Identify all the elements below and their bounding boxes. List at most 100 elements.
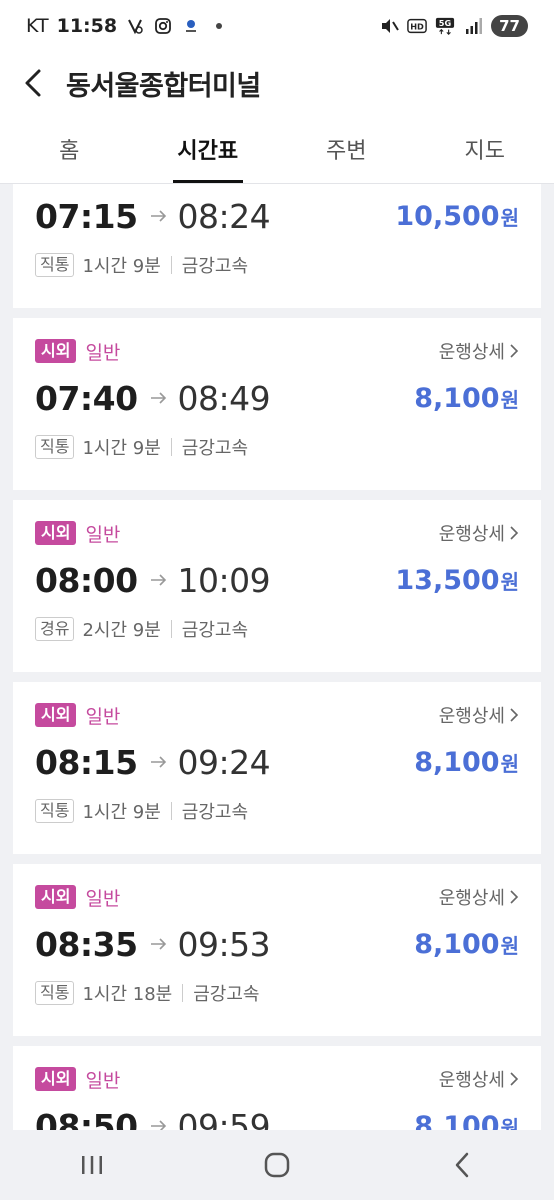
arrival-time: 08:49 (177, 378, 271, 418)
detail-label: 운행상세 (438, 1070, 505, 1091)
schedule-card[interactable]: 시외 일반 운행상세 08:35 09:53 8,100원 직통 1시간 18분 금강고속 (13, 864, 541, 1036)
fare: 10,500원 (395, 201, 519, 232)
card-header: 시외 일반 운행상세 (35, 882, 519, 912)
schedule-card[interactable]: 시외일반운행상세08:5009:598,100원직통1시간 9분금강고속 (13, 1046, 541, 1130)
tab-timetable[interactable]: 시간표 (139, 114, 278, 183)
divider (170, 620, 172, 638)
arrow-right-icon (150, 937, 168, 951)
route-type-badge: 직통 (35, 981, 75, 1005)
svg-text:5G: 5G (439, 18, 452, 28)
card-times: 07:40 08:49 8,100원 (35, 370, 519, 426)
arrow-right-icon (150, 573, 168, 587)
bus-type-badge: 시외 (35, 339, 77, 363)
dot-icon (209, 16, 229, 36)
arrival-time: 10:09 (177, 560, 271, 600)
card-header: 시외 일반 운행상세 (35, 518, 519, 548)
detail-link[interactable]: 운행상세 (439, 702, 519, 728)
carrier-label: KT (26, 15, 49, 37)
schedule-card[interactable]: 시외 일반 운행상세 07:40 08:49 8,100원 직통 1시간 9분 금강고속 (13, 318, 541, 490)
screen: KT 11:58 HD 5G 77 동서울종합터미널 홈 시간표 주변 지도 0… (0, 0, 554, 1200)
detail-link[interactable]: 운행상세 (439, 1066, 519, 1092)
schedule-card[interactable]: 시외 일반 운행상세 08:00 10:09 13,500원 경유 2시간 9분 금강고속 (13, 500, 541, 672)
home-button[interactable] (237, 1135, 317, 1195)
card-footer: 직통 1시간 18분 금강고속 (35, 978, 519, 1008)
fare: 13,500원 (395, 565, 519, 596)
detail-label: 운행상세 (438, 706, 505, 727)
detail-link[interactable]: 운행상세 (439, 338, 519, 364)
system-nav-bar (0, 1130, 554, 1200)
schedule-card[interactable]: 시외일반운행상세07:1508:2410,500원직통1시간 9분금강고속 (13, 184, 541, 308)
fare-amount: 13,500 (395, 564, 500, 596)
back-icon (455, 1152, 468, 1178)
departure-time: 07:15 (35, 196, 138, 236)
fare-amount: 8,100 (414, 928, 500, 960)
card-header: 시외 일반 운행상세 (35, 700, 519, 730)
status-bar: KT 11:58 HD 5G 77 (0, 0, 554, 52)
card-header: 시외 일반 운행상세 (35, 336, 519, 366)
back-button[interactable] (0, 52, 66, 114)
chevron-right-icon (510, 1072, 519, 1086)
status-right: HD 5G 77 (379, 15, 528, 37)
departure-time: 08:35 (35, 924, 138, 964)
divider (170, 438, 172, 456)
arrival-time: 08:24 (177, 196, 271, 236)
chevron-right-icon (510, 344, 519, 358)
card-footer: 경유 2시간 9분 금강고속 (35, 614, 519, 644)
fare-amount: 8,100 (414, 1110, 500, 1131)
system-back-button[interactable] (422, 1135, 502, 1195)
bus-grade: 일반 (85, 887, 121, 910)
schedule-list-viewport[interactable]: 시외일반운행상세07:1508:2410,500원직통1시간 9분금강고속시외일… (0, 184, 554, 1130)
arrow-right-icon (150, 209, 168, 223)
5g-icon: 5G (435, 16, 455, 36)
fare: 8,100원 (414, 929, 519, 960)
fare-amount: 8,100 (414, 382, 500, 414)
detail-label: 운행상세 (438, 342, 505, 363)
status-left: KT 11:58 (26, 15, 229, 37)
sync-icon (125, 16, 145, 36)
tab-home[interactable]: 홈 (0, 114, 139, 183)
battery-indicator: 77 (491, 15, 528, 37)
fare: 8,100원 (414, 747, 519, 778)
bus-company: 금강고속 (181, 802, 249, 823)
bus-type-badge: 시외 (35, 521, 77, 545)
schedule-list: 시외일반운행상세07:1508:2410,500원직통1시간 9분금강고속시외일… (13, 184, 541, 1130)
page-title: 동서울종합터미널 (66, 70, 261, 102)
divider (170, 802, 172, 820)
detail-label: 운행상세 (438, 524, 505, 545)
duration: 1시간 18분 (82, 984, 173, 1005)
divider (182, 984, 184, 1002)
clock: 11:58 (56, 15, 118, 37)
fare: 8,100원 (414, 1111, 519, 1131)
home-icon (264, 1152, 290, 1178)
app-header: 동서울종합터미널 (0, 52, 554, 114)
schedule-card[interactable]: 시외 일반 운행상세 08:15 09:24 8,100원 직통 1시간 9분 금강고속 (13, 682, 541, 854)
fare-amount: 8,100 (414, 746, 500, 778)
fare-currency: 원 (500, 1115, 519, 1131)
bus-type-badge: 시외 (35, 1067, 77, 1091)
arrow-right-icon (150, 755, 168, 769)
arrow-right-icon (150, 1119, 168, 1130)
departure-time: 07:40 (35, 378, 138, 418)
bus-grade: 일반 (85, 1069, 121, 1092)
detail-link[interactable]: 운행상세 (439, 520, 519, 546)
recent-apps-button[interactable] (52, 1135, 132, 1195)
card-times: 07:15 08:24 10,500원 (35, 188, 519, 244)
fare-currency: 원 (500, 387, 519, 412)
card-footer: 직통 1시간 9분 금강고속 (35, 796, 519, 826)
tab-map[interactable]: 지도 (416, 114, 554, 183)
bus-company: 금강고속 (181, 438, 249, 459)
signal-icon (463, 16, 483, 36)
mute-icon (379, 16, 399, 36)
detail-link[interactable]: 운행상세 (439, 884, 519, 910)
fare-amount: 10,500 (395, 200, 500, 232)
tab-bar: 홈 시간표 주변 지도 (0, 114, 554, 184)
card-times: 08:35 09:53 8,100원 (35, 916, 519, 972)
card-footer: 직통 1시간 9분 금강고속 (35, 250, 519, 280)
duration: 1시간 9분 (82, 802, 161, 823)
tab-nearby[interactable]: 주변 (277, 114, 416, 183)
duration: 1시간 9분 (82, 256, 161, 277)
chevron-right-icon (510, 708, 519, 722)
bus-grade: 일반 (85, 523, 121, 546)
card-header: 시외 일반 운행상세 (35, 1064, 519, 1094)
fare-currency: 원 (500, 751, 519, 776)
